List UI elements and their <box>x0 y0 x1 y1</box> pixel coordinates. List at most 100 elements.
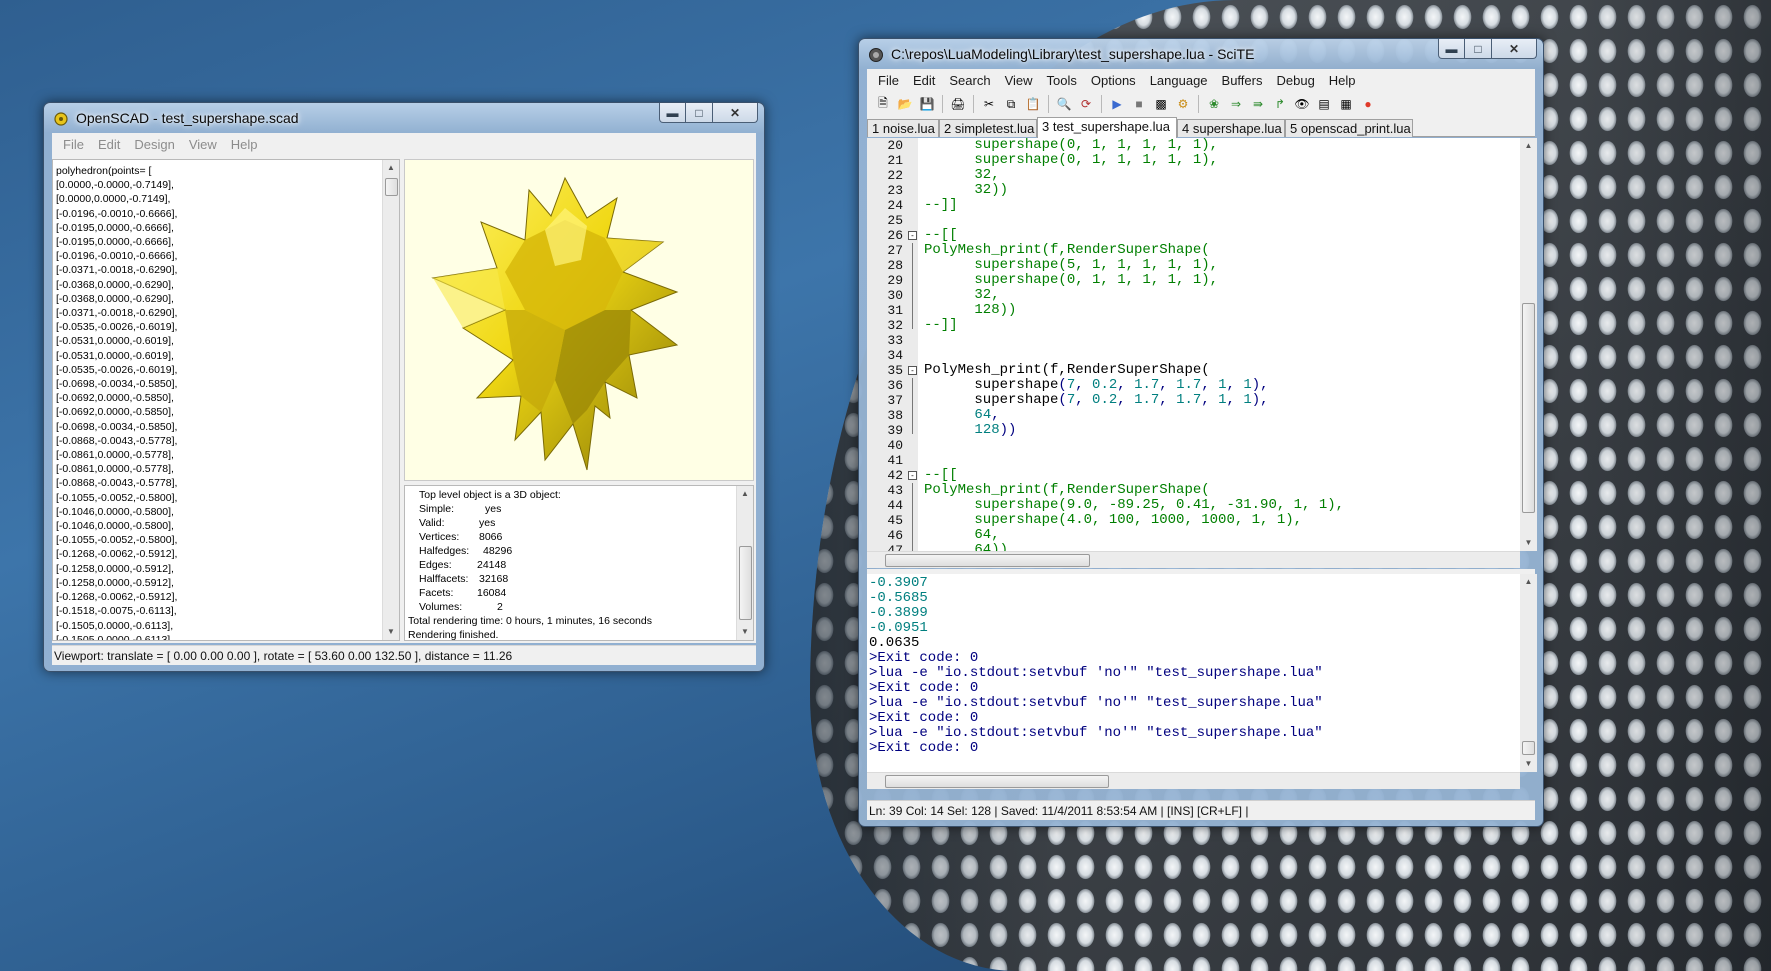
fold-marker-icon[interactable]: - <box>908 471 917 480</box>
replace-icon[interactable]: ⟳ <box>1076 94 1096 114</box>
openscad-window[interactable]: OpenSCAD - test_supershape.scad ▬ □ ✕ Fi… <box>43 102 765 672</box>
scroll-up-icon[interactable]: ▲ <box>1520 574 1537 590</box>
line-number: 32 <box>887 318 903 333</box>
step-out-icon[interactable]: ↱ <box>1270 94 1290 114</box>
scroll-thumb[interactable] <box>885 554 1090 567</box>
paste-icon[interactable]: 📋 <box>1023 94 1043 114</box>
openscad-statusbar: Viewport: translate = [ 0.00 0.00 0.00 ]… <box>52 645 756 665</box>
editor-scrollbar[interactable]: ▲ ▼ <box>382 160 399 640</box>
scroll-up-icon[interactable]: ▲ <box>737 486 753 502</box>
menu-help[interactable]: Help <box>1322 73 1363 88</box>
scroll-down-icon[interactable]: ▼ <box>1520 756 1537 772</box>
cut-icon[interactable]: ✂ <box>979 94 999 114</box>
scroll-thumb[interactable] <box>385 178 398 196</box>
scroll-down-icon[interactable]: ▼ <box>383 624 399 640</box>
menu-debug[interactable]: Debug <box>1269 73 1321 88</box>
scroll-thumb[interactable] <box>739 546 752 620</box>
copy-icon[interactable]: ⧉ <box>1001 94 1021 114</box>
file-tab[interactable]: 4 supershape.lua <box>1177 119 1285 137</box>
maximize-button[interactable]: □ <box>1465 39 1492 59</box>
menu-view[interactable]: View <box>182 137 224 152</box>
menu-view[interactable]: View <box>998 73 1040 88</box>
viewport-status: Viewport: translate = [ 0.00 0.00 0.00 ]… <box>54 649 513 663</box>
scite-titlebar[interactable]: C:\repos\LuaModeling\Library\test_supers… <box>859 39 1543 69</box>
code-vertical-scrollbar[interactable]: ▲ ▼ <box>1520 138 1537 551</box>
close-button[interactable]: ✕ <box>713 103 758 123</box>
locals-icon[interactable]: ▦ <box>1336 94 1356 114</box>
scroll-down-icon[interactable]: ▼ <box>737 624 753 640</box>
save-icon[interactable]: 💾 <box>917 94 937 114</box>
menu-file[interactable]: File <box>871 73 906 88</box>
find-icon[interactable]: 🔍 <box>1054 94 1074 114</box>
scroll-up-icon[interactable]: ▲ <box>1520 138 1537 154</box>
scroll-up-icon[interactable]: ▲ <box>383 160 399 176</box>
console-label-facets: Facets: <box>419 587 454 599</box>
3d-viewport[interactable] <box>404 159 754 481</box>
breakpoints-icon[interactable]: ▤ <box>1314 94 1334 114</box>
fold-line <box>912 378 913 434</box>
console-value-volumes: 2 <box>497 601 503 613</box>
watch-icon[interactable]: 👁 <box>1292 94 1312 114</box>
scad-code-line: [-0.0535,-0.0026,-0.6019], <box>56 363 178 376</box>
step-over-icon[interactable]: ⇛ <box>1248 94 1268 114</box>
output-horizontal-scrollbar[interactable] <box>867 772 1520 789</box>
scite-window[interactable]: C:\repos\LuaModeling\Library\test_supers… <box>858 38 1544 827</box>
openscad-console[interactable]: Top level object is a 3D object: Simple:… <box>404 485 754 641</box>
maximize-button[interactable]: □ <box>686 103 713 123</box>
open-folder-icon[interactable]: 📂 <box>895 94 915 114</box>
output-pane[interactable]: -0.3907 -0.5685 -0.3899 -0.0951 0.0635 >Exit … <box>867 574 1520 772</box>
menu-design[interactable]: Design <box>127 137 181 152</box>
scad-editor-text[interactable]: polyhedron(points= [[0.0000,-0.0000,-0.7… <box>56 164 178 640</box>
output-line: >Exit code: 0 <box>869 650 979 666</box>
scad-editor[interactable]: polyhedron(points= [[0.0000,-0.0000,-0.7… <box>52 159 400 641</box>
openscad-title: OpenSCAD - test_supershape.scad <box>76 110 299 126</box>
file-tab[interactable]: 3 test_supershape.lua <box>1037 117 1177 138</box>
menu-buffers[interactable]: Buffers <box>1215 73 1270 88</box>
menu-file[interactable]: File <box>56 137 91 152</box>
close-button[interactable]: ✕ <box>1492 39 1537 59</box>
menu-edit[interactable]: Edit <box>906 73 942 88</box>
line-number: 40 <box>887 438 903 453</box>
output-line: >lua -e "io.stdout:setvbuf 'no'" "test_s… <box>869 725 1323 741</box>
console-icon[interactable]: ▩ <box>1151 94 1171 114</box>
record-icon[interactable]: ● <box>1358 94 1378 114</box>
menu-help[interactable]: Help <box>224 137 265 152</box>
code-editor[interactable]: 20 21 22 23 24 25 26 27 28 29 30 31 32 33 34 35 36 37 38 39… <box>867 138 1520 551</box>
code-line: 128)) <box>924 302 1017 318</box>
scroll-down-icon[interactable]: ▼ <box>1520 535 1537 551</box>
run-icon[interactable]: ▶ <box>1107 94 1127 114</box>
compile-icon[interactable]: ⚙ <box>1173 94 1193 114</box>
file-tab[interactable]: 2 simpletest.lua <box>939 119 1037 137</box>
code-line: supershape(0, 1, 1, 1, 1, 1), <box>924 152 1219 168</box>
menu-search[interactable]: Search <box>942 73 997 88</box>
file-tab[interactable]: 5 openscad_print.lua <box>1285 119 1413 137</box>
bug-icon[interactable]: ❀ <box>1204 94 1224 114</box>
menu-options[interactable]: Options <box>1084 73 1143 88</box>
fold-marker-icon[interactable]: - <box>908 231 917 240</box>
console-scrollbar[interactable]: ▲ ▼ <box>736 486 753 640</box>
openscad-titlebar[interactable]: OpenSCAD - test_supershape.scad ▬ □ ✕ <box>44 103 764 133</box>
code-line: 64)) <box>924 542 1009 551</box>
scroll-thumb[interactable] <box>885 775 1109 788</box>
menu-language[interactable]: Language <box>1143 73 1215 88</box>
scroll-thumb[interactable] <box>1522 303 1535 513</box>
file-tab-label: 4 supershape.lua <box>1182 121 1282 136</box>
minimize-button[interactable]: ▬ <box>659 103 686 123</box>
code-line: 32, <box>924 167 1000 183</box>
output-vertical-scrollbar[interactable]: ▲ ▼ <box>1520 574 1537 772</box>
print-icon[interactable]: 🖨 <box>948 94 968 114</box>
menu-tools[interactable]: Tools <box>1040 73 1084 88</box>
minimize-button[interactable]: ▬ <box>1438 39 1465 59</box>
menu-edit[interactable]: Edit <box>91 137 127 152</box>
scite-logo-icon <box>869 48 883 62</box>
stop-icon[interactable]: ■ <box>1129 94 1149 114</box>
scad-code-line: [-0.0698,-0.0034,-0.5850], <box>56 420 178 433</box>
fold-marker-icon[interactable]: - <box>908 366 917 375</box>
file-tab[interactable]: 1 noise.lua <box>867 119 939 137</box>
file-tab-label: 3 test_supershape.lua <box>1042 119 1170 134</box>
step-icon[interactable]: ⇒ <box>1226 94 1246 114</box>
new-file-icon[interactable]: 🗎 <box>873 94 893 114</box>
code-horizontal-scrollbar[interactable] <box>867 551 1520 568</box>
scroll-thumb[interactable] <box>1522 741 1535 755</box>
line-number: 44 <box>887 498 903 513</box>
